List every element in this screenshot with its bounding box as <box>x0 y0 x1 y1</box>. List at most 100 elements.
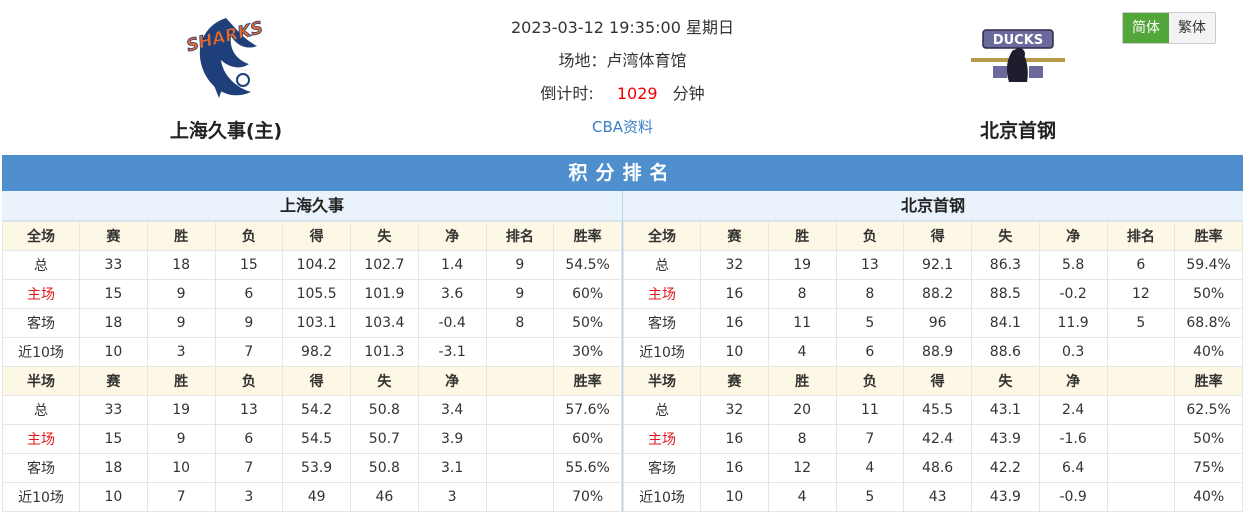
table-cell: 50.8 <box>350 453 419 483</box>
table-cell: 54.5 <box>282 424 351 454</box>
traditional-button[interactable]: 繁体 <box>1169 13 1215 43</box>
table-cell: 9 <box>146 308 216 338</box>
table-cell <box>1106 337 1176 367</box>
column-header: 负 <box>835 366 905 396</box>
table-cell <box>485 424 555 454</box>
table-cell: 50.7 <box>350 424 419 454</box>
row-label: 主场 <box>2 279 80 309</box>
table-cell: 55.6% <box>553 453 622 483</box>
row-label: 近10场 <box>623 337 701 367</box>
column-header: 赛 <box>79 221 148 251</box>
table-row: 总 32 19 13 92.1 86.3 5.8 6 59.4% <box>623 250 1243 280</box>
table-cell: 9 <box>485 250 555 280</box>
table-cell <box>485 482 555 512</box>
home-team-name: 上海久事(主) <box>169 120 283 142</box>
table-cell: 9 <box>146 279 216 309</box>
table-cell: 33 <box>79 250 148 280</box>
beijing-ducks-logo[interactable]: DUCKS <box>963 8 1073 108</box>
column-header: 净 <box>417 221 487 251</box>
table-cell: 10 <box>79 482 148 512</box>
table-cell: 3 <box>146 337 216 367</box>
column-header: 负 <box>835 221 905 251</box>
table-cell: 98.2 <box>282 337 351 367</box>
table-cell: 1.4 <box>417 250 487 280</box>
table-cell <box>1106 453 1176 483</box>
table-cell: 9 <box>214 308 284 338</box>
table-cell: 84.1 <box>971 308 1040 338</box>
table-cell: 11 <box>835 395 905 425</box>
table-cell: 59.4% <box>1174 250 1243 280</box>
table-cell: 40% <box>1174 482 1243 512</box>
table-cell: 103.4 <box>350 308 419 338</box>
column-header: 得 <box>903 221 972 251</box>
table-cell: 43.9 <box>971 424 1040 454</box>
column-header: 全场 <box>623 221 701 251</box>
table-cell: 16 <box>700 279 769 309</box>
away-standings-panel: 北京首钢 全场赛胜负得失净排名 胜率总 32 19 13 92.1 86.3 5.8 6 59.4… <box>622 191 1243 512</box>
simplified-button[interactable]: 简体 <box>1123 13 1169 43</box>
table-cell: 5 <box>835 308 905 338</box>
column-header: 胜率 <box>1174 366 1243 396</box>
column-header: 净 <box>1038 366 1108 396</box>
table-cell: 30% <box>553 337 622 367</box>
match-info: 2023-03-12 19:35:00 星期日 场地：卢湾体育馆 倒计时: 10… <box>400 14 845 146</box>
table-cell: 96 <box>903 308 972 338</box>
table-row: 客场 16 11 5 96 84.1 11.9 5 68.8% <box>623 308 1243 338</box>
column-header: 胜率 <box>553 221 622 251</box>
column-header: 负 <box>214 221 284 251</box>
table-cell: 3.4 <box>417 395 487 425</box>
row-label: 客场 <box>2 308 80 338</box>
column-header: 胜率 <box>1174 221 1243 251</box>
table-cell: 88.9 <box>903 337 972 367</box>
table-cell: 50.8 <box>350 395 419 425</box>
shanghai-sharks-logo[interactable]: SHARKS <box>171 8 281 108</box>
table-row: 主场 15 9 6 105.5 101.9 3.6 9 60% <box>2 279 622 309</box>
table-cell: 13 <box>214 395 284 425</box>
table-cell: 3.1 <box>417 453 487 483</box>
table-cell: 7 <box>835 424 905 454</box>
table-cell: 11.9 <box>1038 308 1108 338</box>
table-cell <box>485 453 555 483</box>
table-cell: -1.6 <box>1038 424 1108 454</box>
column-header: 赛 <box>79 366 148 396</box>
row-label: 近10场 <box>2 337 80 367</box>
table-cell: 5 <box>1106 308 1176 338</box>
table-cell: 12 <box>767 453 837 483</box>
table-cell: 18 <box>79 308 148 338</box>
table-cell: 7 <box>146 482 216 512</box>
row-label: 客场 <box>623 308 701 338</box>
column-header: 净 <box>1038 221 1108 251</box>
table-cell: 49 <box>282 482 351 512</box>
row-label: 客场 <box>623 453 701 483</box>
table-cell: 16 <box>700 453 769 483</box>
column-header: 胜率 <box>553 366 622 396</box>
column-header <box>1106 366 1176 396</box>
cba-info-link[interactable]: CBA资料 <box>592 118 653 136</box>
table-cell: 42.4 <box>903 424 972 454</box>
table-cell: 8 <box>767 424 837 454</box>
table-cell: 68.8% <box>1174 308 1243 338</box>
table-cell: 2.4 <box>1038 395 1108 425</box>
language-switch: 简体 繁体 <box>1122 12 1216 44</box>
table-cell: 62.5% <box>1174 395 1243 425</box>
column-header: 半场 <box>2 366 80 396</box>
table-cell: 88.6 <box>971 337 1040 367</box>
table-cell: 3.9 <box>417 424 487 454</box>
table-cell: 13 <box>835 250 905 280</box>
table-cell: 10 <box>700 337 769 367</box>
table-cell: 86.3 <box>971 250 1040 280</box>
column-header: 得 <box>282 221 351 251</box>
away-standings-team: 北京首钢 <box>623 191 1243 221</box>
column-header: 失 <box>350 221 419 251</box>
table-cell: -3.1 <box>417 337 487 367</box>
table-cell: 10 <box>79 337 148 367</box>
table-row: 近10场 10 3 7 98.2 101.3 -3.1 30% <box>2 337 622 367</box>
table-row: 总 32 20 11 45.5 43.1 2.4 62.5% <box>623 395 1243 425</box>
table-row: 主场 16 8 7 42.4 43.9 -1.6 50% <box>623 424 1243 454</box>
table-cell: 0.3 <box>1038 337 1108 367</box>
row-label: 总 <box>2 395 80 425</box>
table-cell: 15 <box>214 250 284 280</box>
table-cell: 16 <box>700 424 769 454</box>
table-cell: 40% <box>1174 337 1243 367</box>
table-cell: 12 <box>1106 279 1176 309</box>
